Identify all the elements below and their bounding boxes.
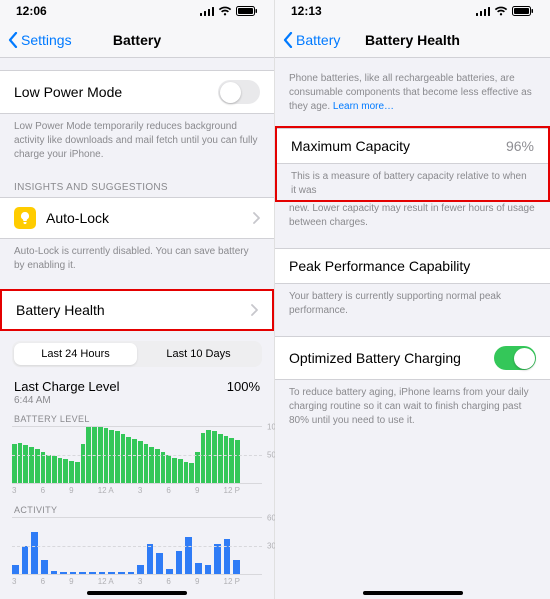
peak-performance-footer: Your battery is currently supporting nor… bbox=[275, 284, 550, 326]
maximum-capacity-value: 96% bbox=[506, 138, 534, 154]
wifi-icon bbox=[218, 6, 232, 16]
low-power-mode-footer: Low Power Mode temporarily reduces backg… bbox=[0, 114, 274, 170]
optimized-charging-toggle[interactable] bbox=[494, 346, 536, 370]
last-charge-value: 100% bbox=[227, 379, 260, 394]
status-indicators bbox=[200, 6, 258, 16]
activity-label: ACTIVITY bbox=[12, 497, 262, 517]
chevron-right-icon bbox=[252, 212, 260, 224]
battery-health-intro: Phone batteries, like all rechargeable b… bbox=[275, 58, 550, 122]
auto-lock-footer: Auto-Lock is currently disabled. You can… bbox=[0, 239, 274, 281]
maximum-capacity-label: Maximum Capacity bbox=[291, 138, 506, 154]
cellular-signal-icon bbox=[200, 6, 214, 16]
low-power-mode-toggle[interactable] bbox=[218, 80, 260, 104]
home-indicator[interactable] bbox=[87, 591, 187, 595]
auto-lock-row[interactable]: Auto-Lock bbox=[0, 197, 274, 239]
low-power-mode-row[interactable]: Low Power Mode bbox=[0, 70, 274, 114]
seg-last-24-hours[interactable]: Last 24 Hours bbox=[14, 343, 137, 365]
auto-lock-label: Auto-Lock bbox=[46, 210, 109, 226]
back-button[interactable]: Settings bbox=[8, 32, 72, 48]
battery-chart-xaxis: 36912 A36912 P bbox=[12, 484, 262, 497]
status-clock: 12:13 bbox=[291, 4, 322, 18]
wifi-icon bbox=[494, 6, 508, 16]
learn-more-link[interactable]: Learn more… bbox=[333, 101, 394, 112]
status-bar: 12:13 bbox=[275, 0, 550, 22]
low-power-mode-label: Low Power Mode bbox=[14, 84, 218, 100]
chevron-left-icon bbox=[8, 32, 18, 48]
peak-performance-label: Peak Performance Capability bbox=[289, 258, 536, 274]
activity-chart-xaxis: 36912 A36912 P bbox=[12, 575, 262, 588]
cellular-signal-icon bbox=[476, 6, 490, 16]
battery-icon bbox=[512, 6, 534, 16]
chevron-left-icon bbox=[283, 32, 293, 48]
nav-bar: Battery Battery Health bbox=[275, 22, 550, 58]
back-button[interactable]: Battery bbox=[283, 32, 340, 48]
last-charge-time: 6:44 AM bbox=[14, 395, 120, 406]
screen-battery: 12:06 Settings Battery Low Power Mode Lo… bbox=[0, 0, 275, 599]
last-charge-title: Last Charge Level bbox=[14, 379, 120, 394]
optimized-charging-label: Optimized Battery Charging bbox=[289, 350, 494, 366]
home-indicator[interactable] bbox=[363, 591, 463, 595]
time-range-segmented[interactable]: Last 24 Hours Last 10 Days bbox=[12, 341, 262, 367]
status-bar: 12:06 bbox=[0, 0, 274, 22]
back-label: Battery bbox=[296, 32, 340, 48]
battery-level-chart: 100% 50% bbox=[12, 426, 262, 484]
seg-last-10-days[interactable]: Last 10 Days bbox=[137, 343, 260, 365]
peak-performance-row: Peak Performance Capability bbox=[275, 248, 550, 284]
activity-chart: 60m 30m bbox=[12, 517, 262, 575]
insights-header: INSIGHTS AND SUGGESTIONS bbox=[0, 170, 274, 197]
status-clock: 12:06 bbox=[16, 4, 47, 18]
screen-battery-health: 12:13 Battery Battery Health Phone batte… bbox=[275, 0, 550, 599]
status-indicators bbox=[476, 6, 534, 16]
optimized-charging-row[interactable]: Optimized Battery Charging bbox=[275, 336, 550, 380]
nav-bar: Settings Battery bbox=[0, 22, 274, 58]
maximum-capacity-footer-rest: new. Lower capacity may result in fewer … bbox=[275, 202, 550, 238]
maximum-capacity-row: Maximum Capacity 96% bbox=[277, 128, 548, 164]
lightbulb-icon bbox=[14, 207, 36, 229]
maximum-capacity-footer-top: This is a measure of battery capacity re… bbox=[277, 164, 548, 200]
chevron-right-icon bbox=[250, 304, 258, 316]
battery-level-label: BATTERY LEVEL bbox=[12, 406, 262, 426]
battery-health-label: Battery Health bbox=[16, 302, 250, 318]
battery-health-row[interactable]: Battery Health bbox=[0, 289, 274, 331]
battery-icon bbox=[236, 6, 258, 16]
optimized-charging-footer: To reduce battery aging, iPhone learns f… bbox=[275, 380, 550, 436]
back-label: Settings bbox=[21, 32, 72, 48]
